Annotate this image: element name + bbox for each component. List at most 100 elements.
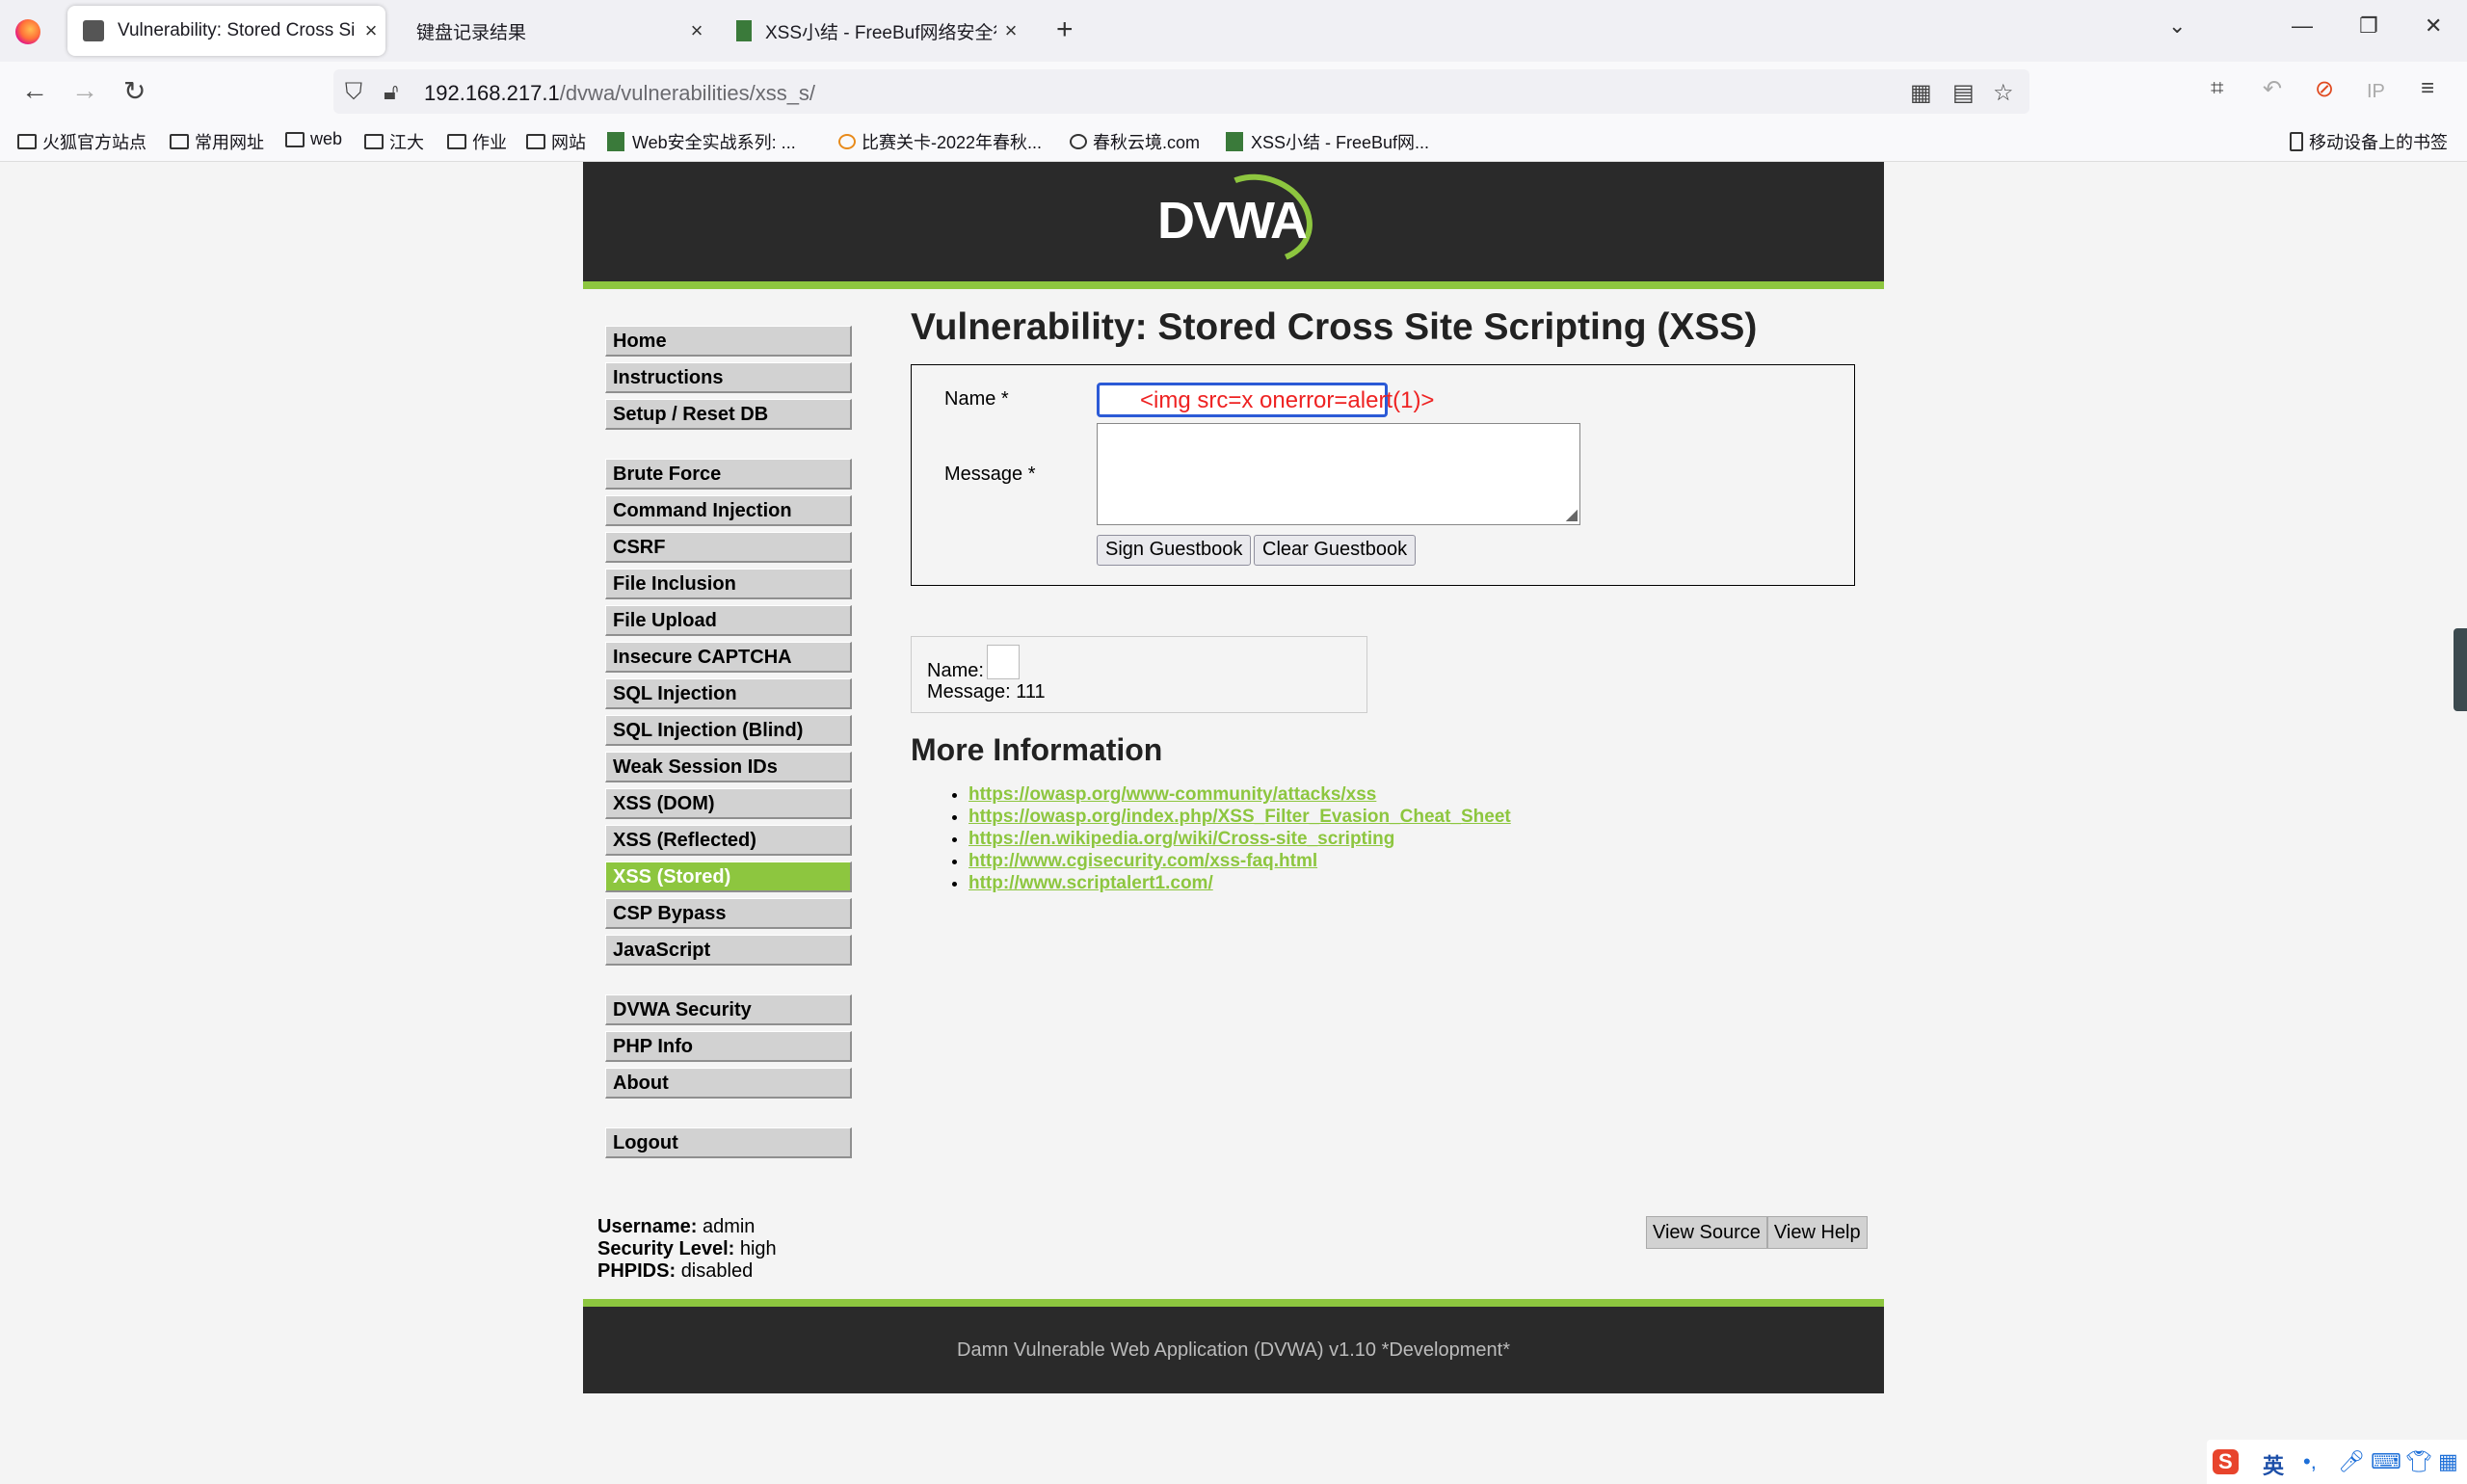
ime-language[interactable]: 英 <box>2263 1449 2284 1480</box>
menu-item-about[interactable]: About <box>605 1068 852 1099</box>
menu-item-brute-force[interactable]: Brute Force <box>605 459 852 490</box>
tab-xss-stored[interactable]: Vulnerability: Stored Cross Si × <box>67 6 385 56</box>
folder-icon <box>285 131 305 147</box>
sign-guestbook-button[interactable]: Sign Guestbook <box>1097 535 1252 566</box>
menu-item-captcha[interactable]: Insecure CAPTCHA <box>605 642 852 673</box>
more-info-links: https://owasp.org/www-community/attacks/… <box>968 784 1511 895</box>
new-tab-icon[interactable]: + <box>1056 13 1074 46</box>
bookmark-label: 春秋云境.com <box>1093 133 1201 152</box>
menu-item-file-upload[interactable]: File Upload <box>605 605 852 636</box>
lock-icon[interactable]: 🔓︎ <box>384 79 399 106</box>
punctuation-icon[interactable]: •, <box>2303 1449 2317 1474</box>
folder-icon <box>526 134 545 149</box>
entry-message: Message: 111 <box>927 681 1046 702</box>
session-info: Username: admin Security Level: high PHP… <box>597 1216 777 1283</box>
close-window-icon[interactable]: ✕ <box>2425 13 2442 39</box>
restore-icon[interactable]: ❐ <box>2359 13 2378 39</box>
sidebar-handle[interactable] <box>2454 628 2467 711</box>
message-textarea[interactable]: ◢ <box>1097 423 1580 525</box>
view-help-button[interactable]: View Help <box>1766 1216 1868 1249</box>
skin-icon[interactable]: 👕︎ <box>2405 1449 2432 1474</box>
bookmark-item[interactable]: 江大 <box>364 129 424 154</box>
bookmark-item[interactable]: Web安全实战系列: ... <box>607 129 796 154</box>
message-label: Message * <box>944 464 1036 485</box>
view-buttons: View Source View Help <box>1646 1216 1868 1249</box>
menu-item-setup[interactable]: Setup / Reset DB <box>605 399 852 430</box>
forward-icon[interactable]: → <box>71 75 98 106</box>
bookmark-label: 火狐官方站点 <box>42 133 146 152</box>
bookmark-item[interactable]: web <box>285 129 342 149</box>
link-scriptalert1[interactable]: http://www.scriptalert1.com/ <box>968 873 1213 893</box>
grid-icon[interactable]: ▦ <box>2438 1449 2458 1474</box>
folder-icon <box>447 134 466 149</box>
bookmark-label: 比赛关卡-2022年春秋... <box>862 133 1043 152</box>
menu-item-weak-session[interactable]: Weak Session IDs <box>605 752 852 782</box>
clear-guestbook-button[interactable]: Clear Guestbook <box>1254 535 1417 566</box>
bookmark-item[interactable]: 比赛关卡-2022年春秋... <box>838 129 1042 154</box>
undo-icon[interactable]: ↶ <box>2263 75 2282 103</box>
screenshot-icon[interactable]: ⌗ <box>2211 75 2224 102</box>
menu-item-csp-bypass[interactable]: CSP Bypass <box>605 898 852 929</box>
menu-item-instructions[interactable]: Instructions <box>605 362 852 393</box>
menu-item-logout[interactable]: Logout <box>605 1127 852 1158</box>
menu-item-xss-reflected[interactable]: XSS (Reflected) <box>605 825 852 856</box>
tab-keylog[interactable]: 键盘记录结果 × <box>393 6 711 56</box>
close-icon[interactable]: × <box>357 18 385 43</box>
view-source-button[interactable]: View Source <box>1646 1216 1767 1249</box>
link-wikipedia-xss[interactable]: https://en.wikipedia.org/wiki/Cross-site… <box>968 829 1394 849</box>
url-bar[interactable]: ⛉ 🔓︎ 192.168.217.1/dvwa/vulnerabilities/… <box>333 69 2029 114</box>
link-owasp-xss[interactable]: https://owasp.org/www-community/attacks/… <box>968 784 1376 805</box>
freebuf-icon <box>1226 132 1243 151</box>
menu-item-javascript[interactable]: JavaScript <box>605 935 852 966</box>
bookmark-item[interactable]: 火狐官方站点 <box>17 129 146 154</box>
block-icon[interactable]: ⊘ <box>2315 75 2334 103</box>
mobile-bookmarks[interactable]: 移动设备上的书签 <box>2290 129 2448 154</box>
menu-item-file-inclusion[interactable]: File Inclusion <box>605 569 852 599</box>
bookmark-label: XSS小结 - FreeBuf网... <box>1251 133 1430 152</box>
back-icon[interactable]: ← <box>21 75 48 106</box>
firefox-icon[interactable] <box>15 19 40 44</box>
ichunqiu-icon <box>838 134 856 149</box>
tab-bar: Vulnerability: Stored Cross Si × 键盘记录结果 … <box>0 0 2467 62</box>
broken-image-icon <box>987 645 1020 679</box>
menu-item-csrf[interactable]: CSRF <box>605 532 852 563</box>
menu-item-sqli-blind[interactable]: SQL Injection (Blind) <box>605 715 852 746</box>
link-owasp-filter-evasion[interactable]: https://owasp.org/index.php/XSS_Filter_E… <box>968 807 1511 827</box>
menu-item-command-injection[interactable]: Command Injection <box>605 495 852 526</box>
menu-icon[interactable]: ≡ <box>2421 75 2434 102</box>
qr-code-icon[interactable]: ▦ <box>1910 79 1932 107</box>
footer-text: Damn Vulnerable Web Application (DVWA) v… <box>957 1339 1510 1361</box>
menu-item-sqli[interactable]: SQL Injection <box>605 678 852 709</box>
menu-item-home[interactable]: Home <box>605 326 852 357</box>
resize-handle-icon[interactable]: ◢ <box>1566 505 1578 524</box>
name-input[interactable]: <img src=x onerror=alert(1)> <box>1097 383 1434 417</box>
menu-item-dvwa-security[interactable]: DVWA Security <box>605 994 852 1025</box>
bookmarks-bar: 火狐官方站点 常用网址 web 江大 作业 网站 Web安全实战系列: ... … <box>0 121 2467 162</box>
dvwa-logo: DVWA <box>1157 192 1308 250</box>
bookmark-star-icon[interactable]: ☆ <box>1993 79 2014 107</box>
freebuf-icon <box>607 132 624 151</box>
reload-icon[interactable]: ↻ <box>123 75 146 107</box>
reader-view-icon[interactable]: ▤ <box>1952 79 1975 107</box>
url-text[interactable]: 192.168.217.1/dvwa/vulnerabilities/xss_s… <box>424 81 815 106</box>
ip-icon[interactable]: IP <box>2367 81 2385 103</box>
keyboard-icon[interactable]: ⌨ <box>2371 1449 2401 1474</box>
bookmark-item[interactable]: 春秋云境.com <box>1070 129 1200 154</box>
close-icon[interactable]: × <box>996 18 1025 43</box>
menu-item-php-info[interactable]: PHP Info <box>605 1031 852 1062</box>
phpids-value: disabled <box>680 1260 754 1282</box>
minimize-icon[interactable]: — <box>2292 13 2313 39</box>
close-icon[interactable]: × <box>682 18 711 43</box>
bookmark-item[interactable]: 作业 <box>447 129 507 154</box>
bookmark-item[interactable]: 网站 <box>526 129 586 154</box>
sogou-icon[interactable]: S <box>2213 1449 2239 1474</box>
bookmark-item[interactable]: XSS小结 - FreeBuf网... <box>1226 129 1429 154</box>
microphone-icon[interactable]: 🎤︎ <box>2338 1449 2365 1474</box>
shield-icon[interactable]: ⛉ <box>345 79 362 106</box>
link-cgisecurity[interactable]: http://www.cgisecurity.com/xss-faq.html <box>968 851 1317 871</box>
tab-list-icon[interactable]: ⌄ <box>2168 13 2186 39</box>
bookmark-item[interactable]: 常用网址 <box>170 129 264 154</box>
tab-freebuf[interactable]: XSS小结 - FreeBuf网络安全行业 × <box>721 6 1025 56</box>
menu-item-xss-stored[interactable]: XSS (Stored) <box>605 861 852 892</box>
menu-item-xss-dom[interactable]: XSS (DOM) <box>605 788 852 819</box>
